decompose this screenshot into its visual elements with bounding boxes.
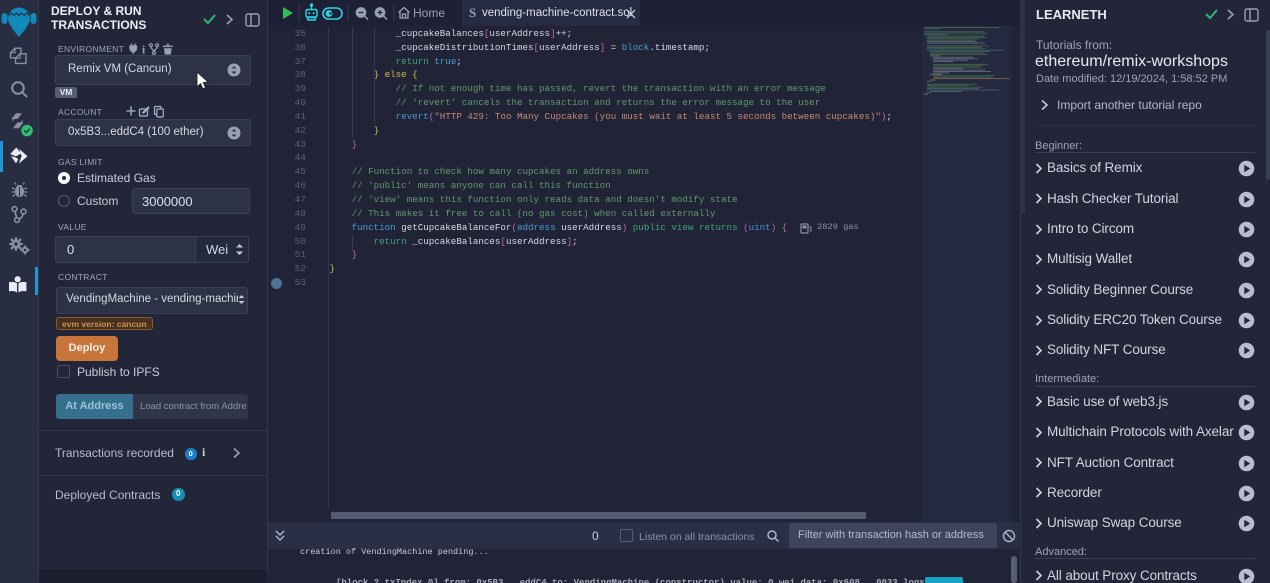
svg-text:i: i: [142, 45, 146, 56]
